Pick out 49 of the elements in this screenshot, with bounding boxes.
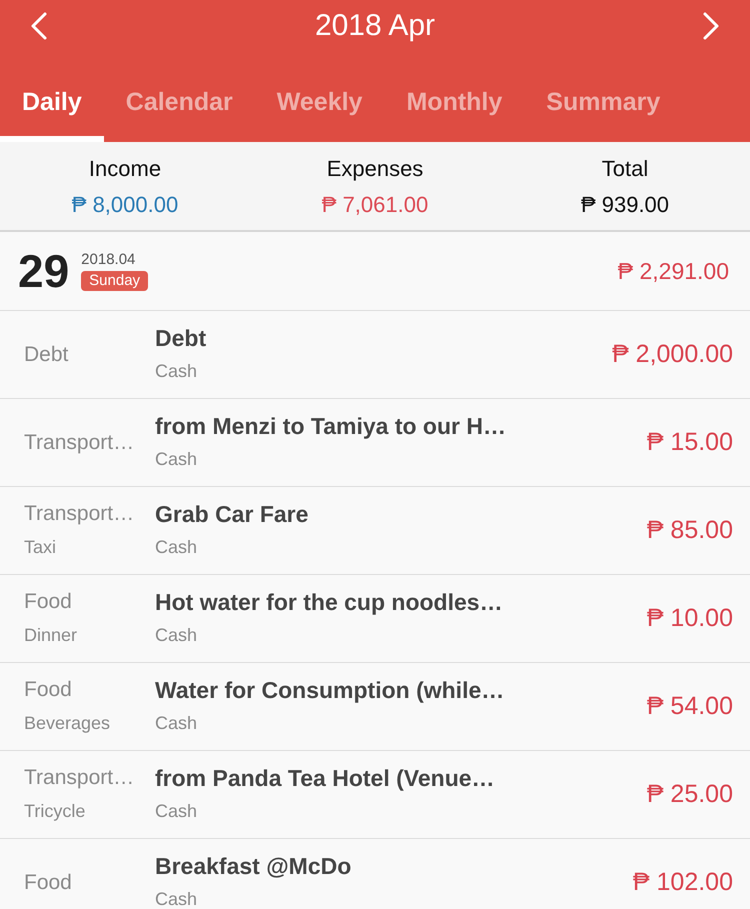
category-label: Transport…: [24, 430, 134, 456]
amount-text: ₱ 102.00: [632, 868, 733, 897]
account-label: Cash: [155, 712, 198, 735]
account-label: Cash: [155, 624, 198, 647]
description-text: Breakfast @McDo: [155, 852, 352, 881]
summary-value: ₱ 7,061.00: [322, 191, 428, 219]
summary-label: Expenses: [326, 155, 424, 183]
account-label: Cash: [155, 888, 198, 909]
description-text: from Menzi to Tamiya to our H…: [155, 412, 506, 441]
subcategory-label: Beverages: [24, 712, 110, 735]
category-label: Transport…: [24, 501, 134, 527]
tab[interactable]: Calendar: [104, 52, 255, 142]
description-text: Hot water for the cup noodles…: [155, 588, 503, 617]
amount-text: ₱ 25.00: [646, 780, 733, 809]
description-text: Water for Consumption (while…: [155, 676, 504, 705]
summary-value: ₱ 939.00: [580, 191, 670, 219]
weekday-badge: Sunday: [81, 271, 148, 291]
amount-text: ₱ 2,000.00: [612, 340, 733, 369]
description-text: Debt: [155, 324, 206, 353]
account-label: Cash: [155, 800, 198, 823]
month-text: 2018.04: [81, 251, 136, 269]
month-title: 2018 Apr: [314, 8, 436, 44]
tab[interactable]: Weekly: [254, 52, 384, 142]
amount-text: ₱ 15.00: [646, 428, 733, 457]
day-number: 29: [18, 245, 70, 297]
tab[interactable]: Summary: [524, 52, 682, 142]
account-label: Cash: [155, 536, 198, 559]
description-text: from Panda Tea Hotel (Venue…: [155, 764, 495, 793]
summary-value: ₱ 8,000.00: [72, 191, 178, 219]
subcategory-label: Tricycle: [24, 800, 86, 823]
amount-text: ₱ 85.00: [646, 516, 733, 545]
account-label: Cash: [155, 360, 198, 383]
summary-label: Income: [88, 155, 162, 183]
subcategory-label: Dinner: [24, 624, 78, 647]
summary-label: Total: [602, 155, 648, 183]
day-total: ₱ 2,291.00: [618, 258, 729, 284]
chevron-left-icon[interactable]: [30, 11, 48, 41]
category-label: Transport…: [24, 765, 134, 791]
category-label: Food: [24, 870, 72, 896]
category-label: Debt: [24, 342, 68, 368]
amount-text: ₱ 54.00: [646, 692, 733, 721]
tab[interactable]: Monthly: [384, 52, 524, 142]
subcategory-label: Taxi: [24, 536, 56, 559]
category-label: Food: [24, 677, 72, 703]
chevron-right-icon[interactable]: [702, 11, 720, 41]
amount-text: ₱ 10.00: [646, 604, 733, 633]
account-label: Cash: [155, 448, 198, 471]
description-text: Grab Car Fare: [155, 500, 308, 529]
category-label: Food: [24, 589, 72, 615]
